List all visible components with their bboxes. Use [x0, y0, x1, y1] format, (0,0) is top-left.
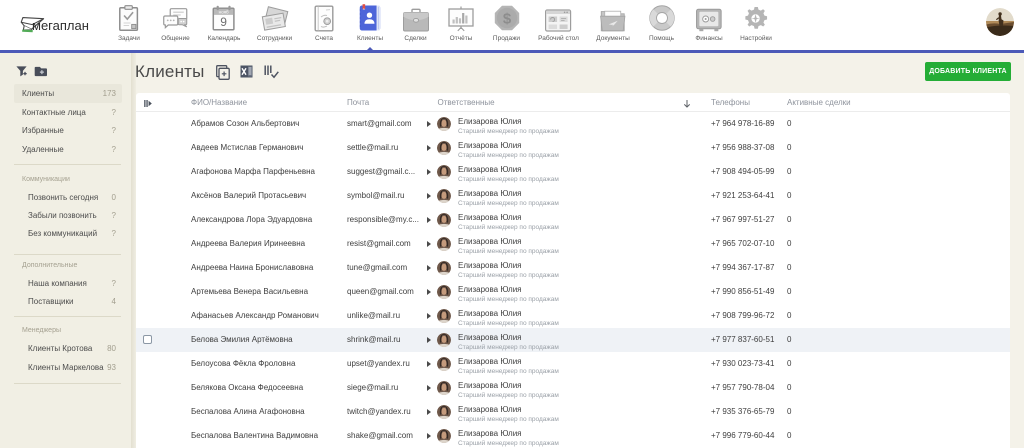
svg-text:нояб: нояб	[219, 10, 229, 15]
svg-text:$: $	[502, 10, 511, 27]
svg-text:9: 9	[221, 15, 228, 29]
